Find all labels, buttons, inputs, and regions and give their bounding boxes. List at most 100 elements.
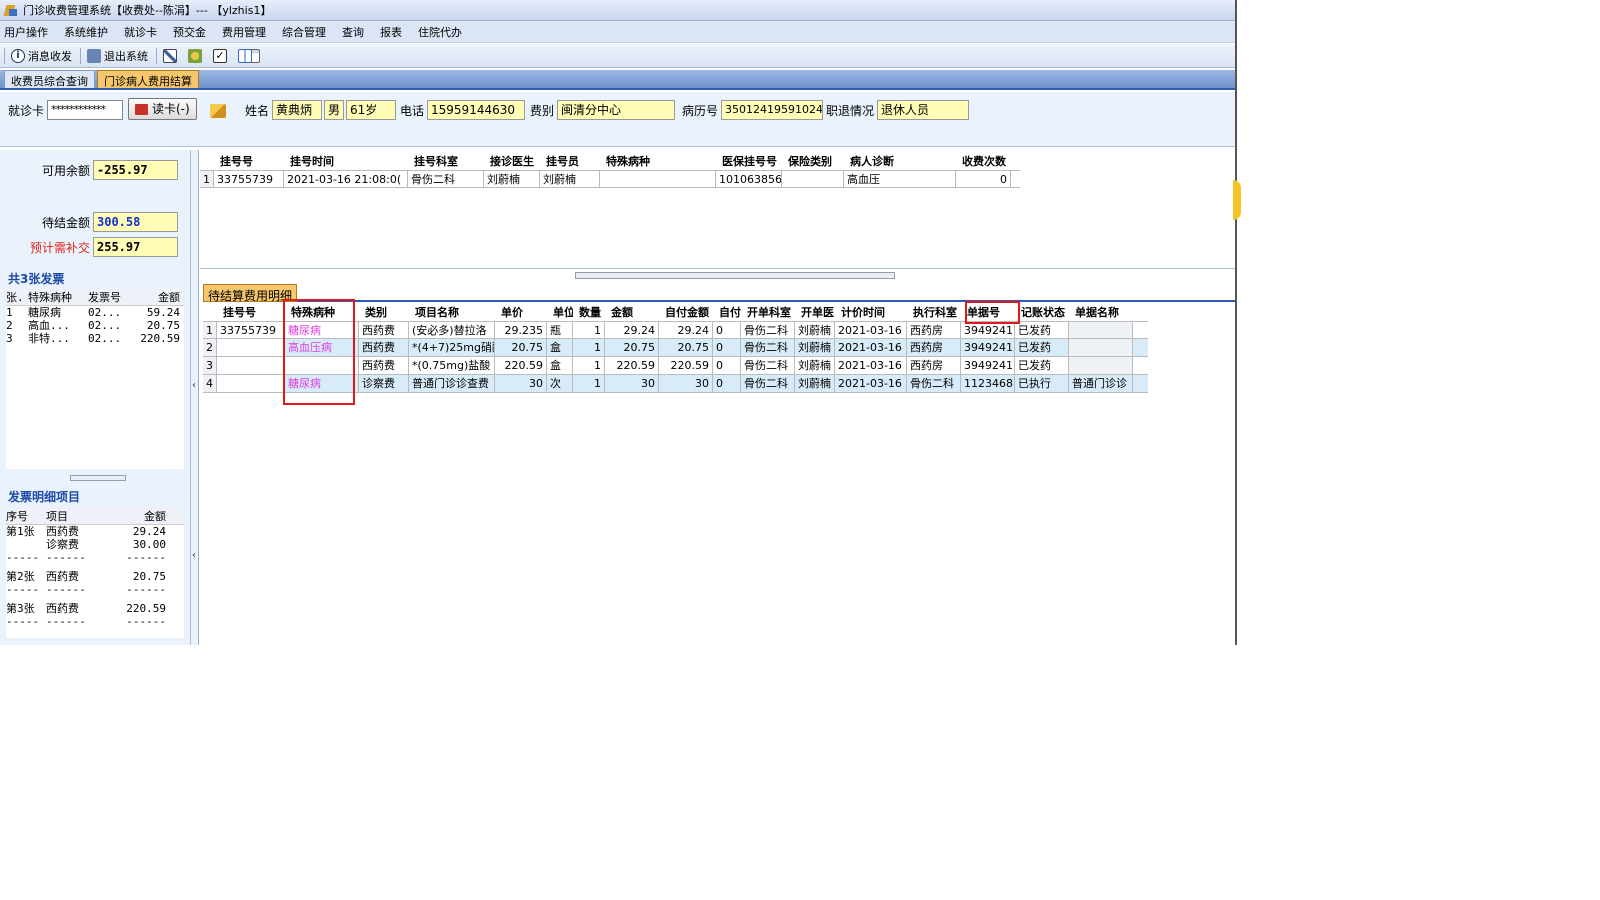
panel-divider[interactable]: ‹ ‹ [191, 150, 199, 645]
left-splitter-handle[interactable] [70, 475, 126, 481]
col-insurance-reg: 医保挂号号 [722, 155, 777, 168]
phone-field: 电话 15959144630 [400, 100, 526, 120]
read-card-button[interactable]: 读卡(-) [128, 98, 197, 120]
menu-bar: 用户操作 系统维护 就诊卡 预交金 费用管理 综合管理 查询 报表 住院代办 [0, 21, 1235, 43]
menu-reports[interactable]: 报表 [380, 24, 402, 40]
table-row[interactable]: 4 糖尿病 诊察费 普通门诊诊查费 30 次 1 30 30 0 骨伤二科 刘蔚… [203, 375, 1148, 393]
exec-dept-cell: 骨伤二科 [907, 375, 961, 392]
unit-cell: 瓶 [547, 322, 573, 338]
available-balance: 可用余额 -255.97 [0, 160, 178, 180]
message-button[interactable]: i 消息收发 [11, 48, 72, 64]
col-unit-price: 单价 [501, 306, 523, 319]
age-value[interactable]: 61岁 [346, 100, 397, 120]
doctor-cell: 刘蔚楠 [484, 171, 540, 187]
special-disease-cell[interactable]: 糖尿病 [285, 375, 359, 392]
col-exec-dept: 执行科室 [913, 306, 957, 319]
invoice-no: 3 [6, 332, 13, 345]
fee-type-value[interactable]: 闽清分中心 [557, 100, 676, 120]
list-item[interactable]: 1 糖尿病 02... 59.24 [6, 306, 184, 319]
quantity-cell: 1 [573, 322, 605, 338]
quantity-cell: 1 [573, 339, 605, 356]
module-tabs: 收费员综合查询 门诊病人费用结算 [0, 70, 1235, 90]
special-disease-cell[interactable]: 糖尿病 [285, 322, 359, 338]
invoice-disease: 糖尿病 [28, 306, 61, 319]
invoice-amount: 20.75 [146, 319, 180, 332]
unit-cell: 次 [547, 375, 573, 392]
item-name: ------ [46, 551, 86, 564]
menu-inpatient-agent[interactable]: 住院代办 [418, 24, 462, 40]
self-pay-amount-cell: 20.75 [659, 339, 713, 356]
col-registrar: 挂号员 [546, 155, 579, 168]
charge-time-cell: 2021-03-16 [835, 375, 907, 392]
col-insurance-type: 保险类别 [788, 155, 832, 168]
name-value[interactable]: 黄典炳 [272, 100, 323, 120]
pending-label: 待结金额 [41, 215, 90, 230]
item-amount: ------ [126, 551, 166, 564]
item-name: 诊察费 [46, 538, 79, 551]
receipt-name-cell [1069, 339, 1133, 356]
menu-query[interactable]: 查询 [342, 24, 364, 40]
tab-outpatient-settlement[interactable]: 门诊病人费用结算 [97, 70, 199, 88]
tab-cashier-query[interactable]: 收费员综合查询 [4, 70, 95, 88]
item-seq: ----- [6, 583, 40, 596]
collapse-left-icon[interactable]: ‹ [192, 380, 196, 391]
menu-system-maint[interactable]: 系统维护 [64, 24, 108, 40]
item-name: ------ [46, 615, 86, 628]
col-order-dept: 开单科室 [747, 306, 791, 319]
invoice-items-header: 序号 项目 金额 [6, 508, 184, 525]
list-item[interactable]: 2 高血... 02... 20.75 [6, 319, 184, 332]
menu-user-ops[interactable]: 用户操作 [4, 24, 48, 40]
col-order-doctor: 开单医 [801, 306, 834, 319]
card-input[interactable]: ************ [47, 100, 124, 120]
table-row[interactable]: 3 西药费 *(0.75mg)盐酸 220.59 盒 1 220.59 220.… [203, 357, 1148, 375]
table-row[interactable]: 1 33755739 糖尿病 西药费 (安必多)替拉洛 29.235 瓶 1 2… [203, 321, 1148, 339]
columns-icon [238, 48, 252, 63]
window-title: 门诊收费管理系统【收费处--陈涓】--- 【ylzhis1】 [23, 4, 272, 17]
table-row[interactable]: 1 33755739 2021-03-16 21:08:0( 骨伤二科 刘蔚楠 … [200, 170, 1020, 188]
collapse-left-icon[interactable]: ‹ [192, 550, 196, 561]
table-row[interactable]: 2 高血压病 西药费 *(4+7)25mg硝酸 20.75 盒 1 20.75 … [203, 339, 1148, 357]
tab-pending-detail[interactable]: 待结算费用明细 [203, 284, 298, 303]
special-disease-cell [600, 171, 716, 187]
menu-fee-mgmt[interactable]: 费用管理 [222, 24, 266, 40]
list-item[interactable]: 3 非特... 02... 220.59 [6, 332, 184, 345]
main-splitter-handle[interactable] [575, 272, 895, 279]
info-icon: i [11, 48, 25, 63]
menu-prepay[interactable]: 预交金 [173, 24, 206, 40]
pending-detail-tabbar: 待结算费用明细 [203, 282, 1235, 303]
read-card-field: 读卡(-) [128, 98, 197, 120]
reg-no-cell [217, 357, 285, 374]
account-status-cell: 已发药 [1015, 339, 1069, 356]
amount-cell: 29.24 [605, 322, 659, 338]
self-pay-cell: 0 [713, 339, 741, 356]
record-value[interactable]: 350124195910246 [721, 100, 824, 120]
job-value[interactable]: 退休人员 [877, 100, 970, 120]
item-seq: ----- [6, 551, 40, 564]
menu-general-mgmt[interactable]: 综合管理 [282, 24, 326, 40]
edge-handle [1233, 180, 1241, 220]
menu-visit-card[interactable]: 就诊卡 [124, 24, 157, 40]
app-window: 门诊收费管理系统【收费处--陈涓】--- 【ylzhis1】 用户操作 系统维护… [0, 0, 1237, 645]
item-name: ------ [46, 583, 86, 596]
gender-value[interactable]: 男 [324, 100, 345, 120]
invoice-number: 02... [88, 319, 122, 332]
list-item: 第2张 西药费 20.75 [6, 570, 184, 583]
toolbar: i 消息收发 退出系统 ✓ [0, 44, 1235, 68]
unit-cell: 盒 [547, 357, 573, 374]
name-label: 姓名 [245, 103, 270, 118]
special-disease-cell[interactable] [285, 357, 359, 374]
row-number: 3 [203, 357, 217, 374]
col-item-name: 项目名称 [415, 306, 459, 319]
pending-detail-header: 挂号号 特殊病种 类别 项目名称 单价 单位 数量 金额 自付金额 自付 开单科… [203, 305, 1148, 321]
tool-button[interactable] [188, 48, 205, 63]
exit-label: 退出系统 [104, 49, 148, 63]
pencil-icon[interactable] [210, 104, 226, 118]
reg-no-cell: 33755739 [214, 171, 284, 187]
phone-value[interactable]: 15959144630 [427, 100, 526, 120]
record-field: 病历号 350124195910246 [682, 100, 824, 120]
receipt-name-cell [1069, 357, 1133, 374]
exit-button[interactable]: 退出系统 [87, 48, 148, 64]
special-disease-cell[interactable]: 高血压病 [285, 339, 359, 356]
check-button[interactable]: ✓ [213, 48, 230, 63]
edit-button[interactable] [163, 48, 180, 63]
